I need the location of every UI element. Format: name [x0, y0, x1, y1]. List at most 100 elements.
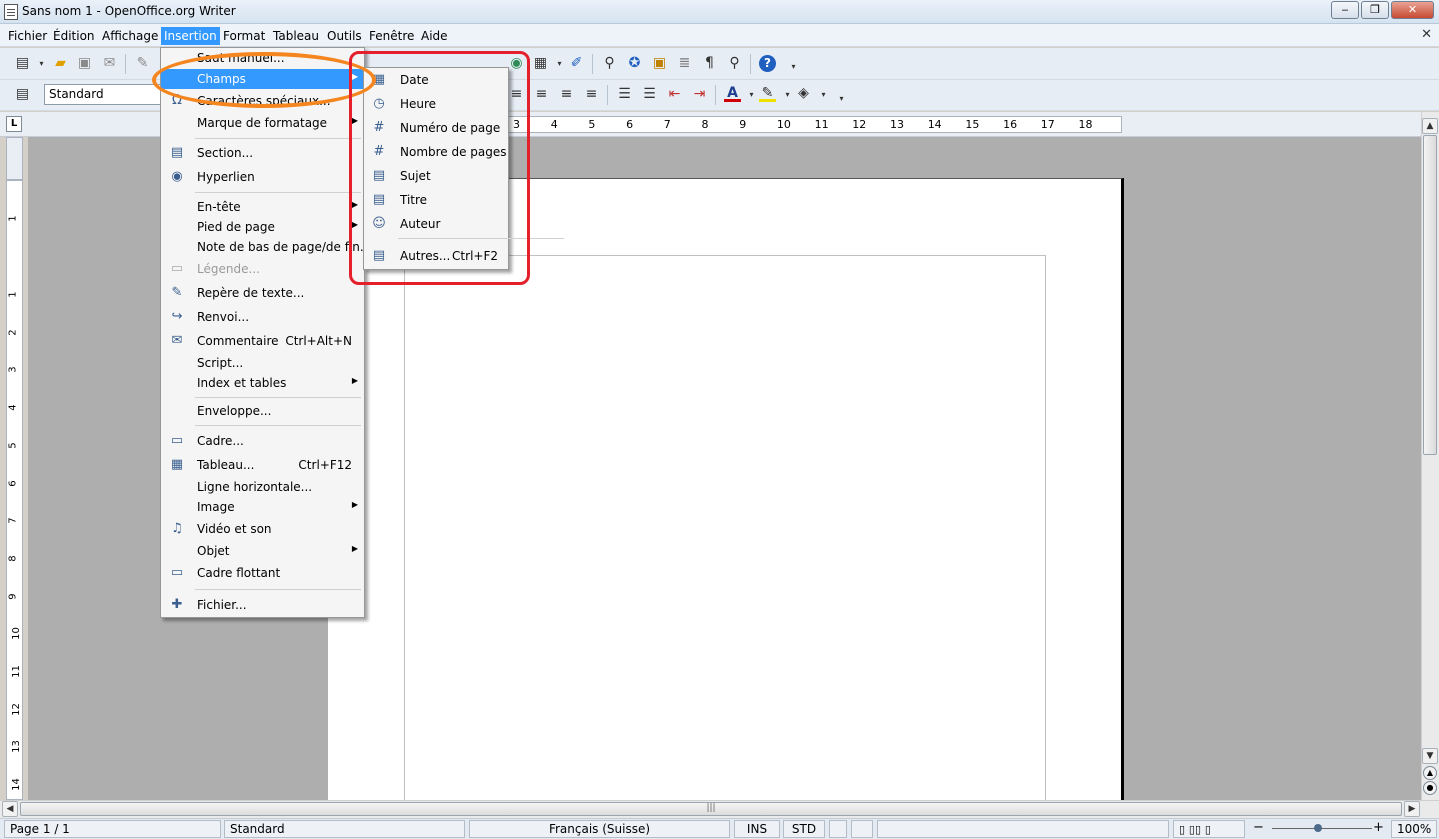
edit-mode-icon[interactable]: ✎ — [134, 55, 151, 72]
email-icon[interactable]: ✉ — [101, 55, 118, 72]
save-icon[interactable]: ▣ — [76, 55, 93, 72]
document-close-button[interactable]: ✕ — [1421, 27, 1432, 42]
numbering-icon[interactable]: ☰ — [616, 86, 633, 103]
menu-item-section[interactable]: ▤ Section... — [161, 143, 364, 163]
menu-affichage[interactable]: Affichage — [99, 27, 161, 45]
table-toolbar-icon[interactable]: ▦ — [532, 55, 549, 72]
menu-format[interactable]: Format — [220, 27, 268, 45]
menu-item-envelope[interactable]: Enveloppe... — [161, 401, 364, 421]
maximize-button[interactable]: ❐ — [1361, 1, 1389, 19]
tab-stop-selector[interactable]: L — [6, 116, 22, 132]
menu-item-file[interactable]: ✚ Fichier... — [161, 595, 364, 615]
menu-fenetre[interactable]: Fenêtre — [366, 27, 417, 45]
minimize-button[interactable]: ‒ — [1331, 1, 1359, 19]
justify-block-icon[interactable]: ≡ — [583, 86, 600, 103]
language-indicator[interactable]: Français (Suisse) — [469, 820, 730, 838]
menu-item-hyperlink[interactable]: ◉ Hyperlien — [161, 167, 364, 187]
vertical-scroll-thumb[interactable] — [1423, 135, 1437, 455]
menu-item-footer[interactable]: Pied de page ▶ — [161, 217, 364, 237]
menu-item-object[interactable]: Objet ▶ — [161, 541, 364, 561]
selection-mode-indicator[interactable]: STD — [783, 820, 825, 838]
navigation-icon[interactable]: ● — [1423, 781, 1437, 795]
align-right-icon[interactable]: ≡ — [533, 86, 550, 103]
single-page-view-icon[interactable]: ▯ — [1179, 823, 1185, 836]
highlight-ellipse-annotation — [152, 52, 376, 108]
highlight-rectangle-annotation — [349, 51, 530, 285]
menu-insertion[interactable]: Insertion — [161, 27, 220, 45]
menu-item-script[interactable]: Script... — [161, 353, 364, 373]
navigator-icon[interactable]: ✪ — [626, 55, 643, 72]
justify-icon[interactable]: ≡ — [558, 86, 575, 103]
book-view-icon[interactable]: ▯ — [1205, 823, 1211, 836]
horizontal-scroll-thumb[interactable]: ||| — [20, 802, 1402, 816]
menu-outils[interactable]: Outils — [324, 27, 365, 45]
submenu-arrow-icon: ▶ — [351, 544, 358, 553]
highlighting-icon[interactable]: ✎ — [759, 85, 776, 102]
decrease-indent-icon[interactable]: ⇤ — [666, 86, 683, 103]
scroll-down-arrow[interactable]: ▼ — [1422, 748, 1438, 764]
new-dropdown-icon[interactable]: ▾ — [33, 55, 50, 72]
menu-item-floating-frame[interactable]: ▭ Cadre flottant — [161, 563, 364, 583]
table-dropdown-icon[interactable]: ▾ — [551, 55, 568, 72]
menu-item-horizontal-line[interactable]: Ligne horizontale... — [161, 477, 364, 497]
increase-indent-icon[interactable]: ⇥ — [691, 86, 708, 103]
scroll-left-arrow[interactable]: ◀ — [2, 801, 18, 817]
new-document-icon[interactable]: ▤ — [14, 55, 31, 72]
bullets-icon[interactable]: ☰ — [641, 86, 658, 103]
insert-mode-indicator[interactable]: INS — [734, 820, 780, 838]
toolbar2-overflow-icon[interactable]: ▾ — [833, 90, 850, 107]
menu-item-video-sound[interactable]: ♫ Vidéo et son — [161, 519, 364, 539]
ruler-mark: 13 — [890, 118, 904, 131]
menu-edition[interactable]: Édition — [50, 27, 98, 45]
background-color-icon[interactable]: ◈ — [795, 85, 812, 102]
menu-separator — [195, 589, 361, 590]
menu-item-header[interactable]: En-tête ▶ — [161, 197, 364, 217]
zoom-in-button[interactable]: + — [1373, 820, 1384, 835]
data-sources-icon[interactable]: ≣ — [676, 55, 693, 72]
menu-item-bookmark[interactable]: ✎ Repère de texte... — [161, 283, 364, 303]
gallery-icon[interactable]: ▣ — [651, 55, 668, 72]
formatting-marks-icon[interactable]: ¶ — [701, 55, 718, 72]
find-replace-icon[interactable]: ⚲ — [601, 55, 618, 72]
menu-item-frame[interactable]: ▭ Cadre... — [161, 431, 364, 451]
previous-page-icon[interactable]: ▲ — [1423, 766, 1437, 780]
zoom-percentage[interactable]: 100% — [1391, 820, 1437, 838]
scroll-right-arrow[interactable]: ▶ — [1404, 801, 1420, 817]
window-close-button[interactable]: ✕ — [1391, 1, 1434, 19]
highlighting-dropdown-icon[interactable]: ▾ — [779, 86, 796, 103]
menu-aide[interactable]: Aide — [418, 27, 451, 45]
paragraph-style-select[interactable]: Standard — [44, 84, 164, 105]
menu-item-cross-reference[interactable]: ↪ Renvoi... — [161, 307, 364, 327]
menu-tableau[interactable]: Tableau — [270, 27, 322, 45]
font-color-icon[interactable]: A — [724, 85, 741, 102]
vertical-ruler[interactable]: 1 1 2 3 4 5 6 7 8 9 10 11 12 13 14 — [6, 180, 23, 800]
zoom-icon[interactable]: ⚲ — [726, 55, 743, 72]
draw-functions-icon[interactable]: ✐ — [568, 55, 585, 72]
menu-fichier[interactable]: Fichier — [5, 27, 50, 45]
page-style-indicator[interactable]: Standard — [224, 820, 465, 838]
menu-item-formatting-mark[interactable]: Marque de formatage ▶ — [161, 113, 364, 133]
menu-item-image[interactable]: Image ▶ — [161, 497, 364, 517]
zoom-out-button[interactable]: − — [1253, 820, 1264, 835]
toolbar-overflow-icon[interactable]: ▾ — [785, 58, 802, 75]
menu-item-label: Objet — [197, 544, 230, 558]
help-icon[interactable]: ? — [759, 55, 776, 72]
font-color-dropdown-icon[interactable]: ▾ — [743, 86, 760, 103]
menu-item-footnote[interactable]: Note de bas de page/de fin... — [161, 237, 371, 257]
menu-item-comment[interactable]: ✉ Commentaire Ctrl+Alt+N — [161, 331, 364, 351]
view-layout-buttons[interactable]: ▯ ▯▯ ▯ — [1173, 820, 1245, 838]
scroll-up-arrow[interactable]: ▲ — [1422, 118, 1438, 134]
horizontal-ruler[interactable]: 3 4 5 6 7 8 9 10 11 12 13 14 15 16 17 18 — [500, 116, 1122, 133]
frame-icon: ▭ — [170, 433, 184, 448]
zoom-slider[interactable] — [1272, 828, 1372, 829]
page-indicator[interactable]: Page 1 / 1 — [4, 820, 221, 838]
menu-item-table[interactable]: ▦ Tableau... Ctrl+F12 — [161, 455, 364, 475]
menu-item-index-tables[interactable]: Index et tables ▶ — [161, 373, 364, 393]
background-dropdown-icon[interactable]: ▾ — [815, 86, 832, 103]
styles-formatting-icon[interactable]: ▤ — [14, 86, 31, 103]
multi-page-view-icon[interactable]: ▯▯ — [1189, 823, 1201, 836]
ruler-mark: 9 — [739, 118, 747, 131]
open-icon[interactable]: ▰ — [52, 55, 69, 72]
zoom-slider-knob[interactable] — [1314, 824, 1322, 832]
cross-reference-icon: ↪ — [171, 309, 183, 324]
